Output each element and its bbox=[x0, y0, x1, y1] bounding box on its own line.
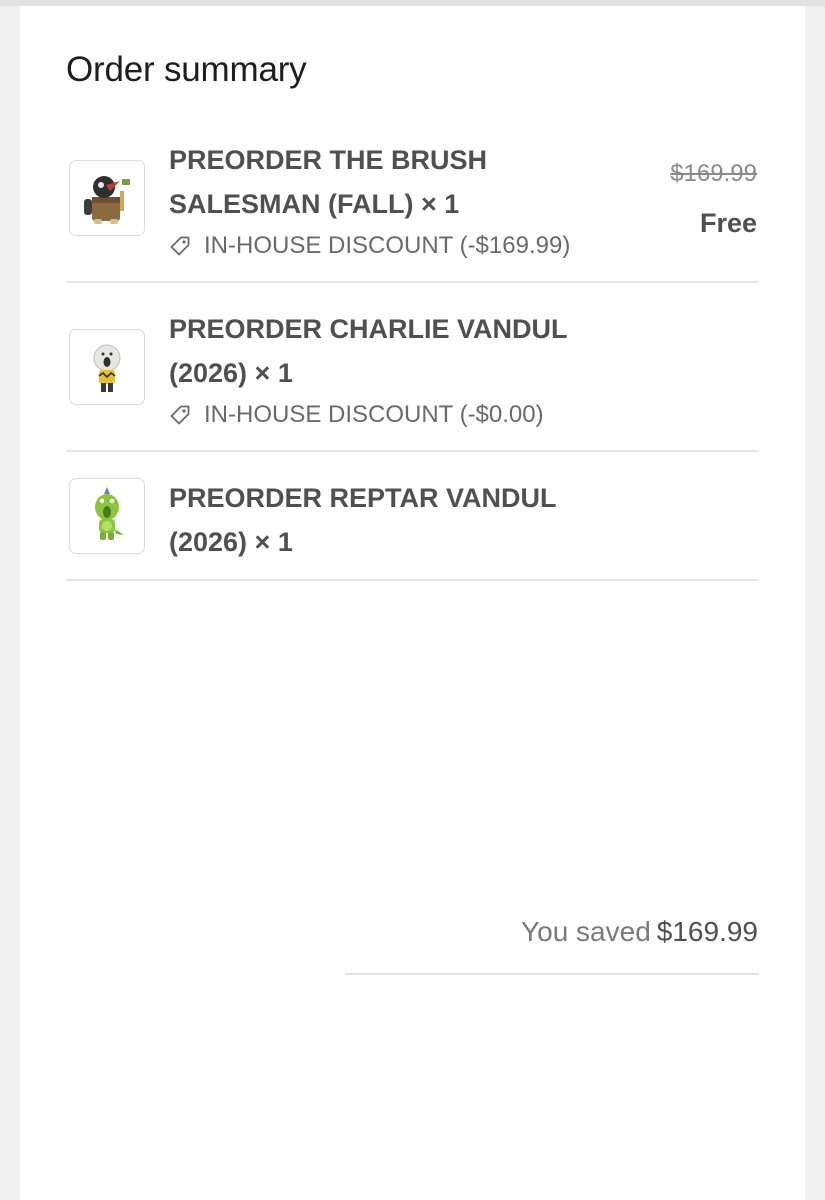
tag-icon bbox=[169, 404, 191, 426]
item-divider bbox=[66, 579, 759, 581]
tag-icon bbox=[169, 235, 191, 257]
savings-label: You saved bbox=[521, 916, 651, 947]
item-name: PREORDER REPTAR VANDUL (2026) × 1 bbox=[169, 483, 557, 557]
item-name: PREORDER CHARLIE VANDUL (2026) × 1 bbox=[169, 314, 568, 388]
final-price: Free bbox=[699, 208, 757, 238]
savings-divider bbox=[345, 973, 759, 975]
item-discount: IN-HOUSE DISCOUNT (-$0.00) bbox=[169, 401, 544, 429]
item-discount: IN-HOUSE DISCOUNT (-$169.99) bbox=[169, 232, 570, 260]
discount-label: IN-HOUSE DISCOUNT (-$0.00) bbox=[204, 401, 544, 428]
line-item-brush-salesman: PREORDER THE BRUSH SALESMAN (FALL) × 1 I… bbox=[66, 124, 759, 283]
item-name: PREORDER THE BRUSH SALESMAN (FALL) × 1 bbox=[169, 145, 488, 219]
order-summary-title: Order summary bbox=[66, 50, 307, 89]
savings-summary: You saved $169.99 bbox=[521, 916, 758, 948]
line-item-charlie-vandul: PREORDER CHARLIE VANDUL (2026) × 1 IN-HO… bbox=[66, 283, 759, 452]
charlie-vandul-figure-icon bbox=[69, 329, 145, 405]
brush-salesman-figure-icon bbox=[69, 160, 145, 236]
original-price: $169.99 bbox=[670, 160, 757, 187]
order-summary-panel: Order summary PREORDER THE BRUSH SALESMA… bbox=[20, 6, 805, 1200]
reptar-vandul-figure-icon bbox=[69, 478, 145, 554]
savings-amount: $169.99 bbox=[656, 916, 758, 947]
line-item-reptar-vandul: PREORDER REPTAR VANDUL (2026) × 1 bbox=[66, 452, 759, 581]
discount-label: IN-HOUSE DISCOUNT (-$169.99) bbox=[204, 232, 571, 259]
